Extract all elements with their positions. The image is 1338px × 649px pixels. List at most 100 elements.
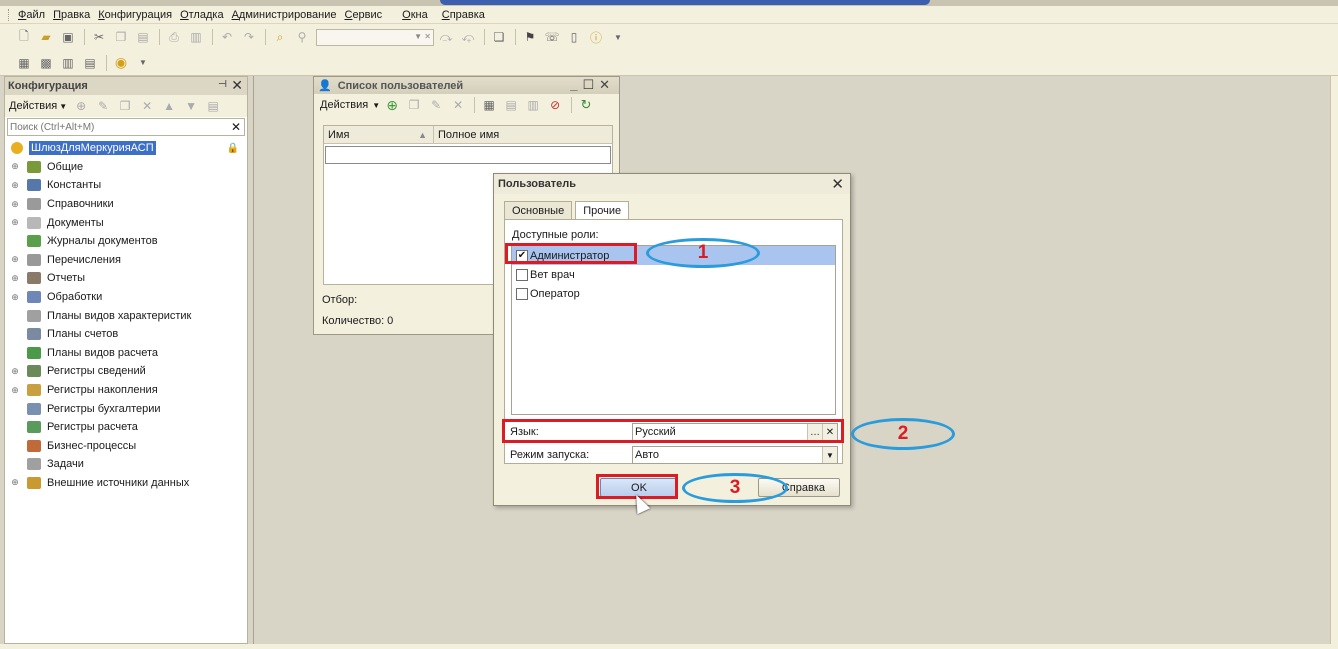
delete-icon[interactable]: ✕ (450, 97, 466, 113)
sort-icon[interactable]: ▤ (205, 98, 221, 114)
open-folder-icon[interactable]: ▰ (38, 29, 54, 45)
tree-item[interactable]: ⊕ Регистры накопления (5, 381, 247, 400)
tree-item[interactable]: ⊕ Обработки (5, 288, 247, 307)
run-more-icon[interactable]: ▼ (135, 55, 151, 71)
role-checkbox[interactable] (516, 287, 528, 300)
expand-icon[interactable]: ⊕ (9, 273, 21, 284)
tree-item[interactable]: ⊕ Общие (5, 158, 247, 177)
tree-item[interactable]: ⊕ Справочники (5, 195, 247, 214)
db-config-icon[interactable]: ▥ (60, 55, 76, 71)
clear-icon[interactable]: ✕ (231, 120, 241, 134)
tree-item[interactable]: ⊕ Внешние источники данных (5, 474, 247, 493)
run-debug-icon[interactable]: ◉ (113, 54, 129, 71)
chevron-down-icon[interactable]: ▼ ✕ (414, 32, 431, 41)
tree-item[interactable]: ⊕ Документы (5, 213, 247, 232)
tree-item[interactable]: Бизнес-процессы (5, 437, 247, 456)
paste-icon[interactable]: ▤ (135, 29, 151, 45)
menu-debug[interactable]: Отладка (180, 9, 224, 21)
chevron-down-icon[interactable]: ▼ (822, 447, 837, 463)
toolbar-more-icon[interactable]: ▼ (610, 29, 626, 45)
edit-icon[interactable]: ✎ (428, 97, 444, 113)
refresh-icon[interactable]: ↻ (578, 97, 594, 113)
delete-icon[interactable]: ✕ (139, 98, 155, 114)
menu-service[interactable]: Сервис (344, 9, 382, 21)
window-list-icon[interactable]: ❏ (491, 29, 507, 45)
config-search-field[interactable]: ✕ (7, 118, 245, 136)
save-icon[interactable]: ▣ (60, 29, 76, 45)
launch-mode-select[interactable]: Авто ▼ (632, 446, 838, 464)
window-controls[interactable]: _☐✕ (570, 77, 615, 93)
menu-help[interactable]: Справка (442, 9, 485, 21)
roles-list[interactable]: ✔ Администратор Вет врач Оператор (511, 245, 836, 415)
table-row[interactable] (325, 146, 611, 164)
undo-icon[interactable]: ↶ (219, 29, 235, 45)
expand-icon[interactable]: ⊕ (9, 385, 21, 396)
expand-icon[interactable]: ⊕ (9, 199, 21, 210)
expand-icon[interactable]: ⊕ (9, 180, 21, 191)
find-icon[interactable]: ⌕ (272, 29, 288, 45)
menu-file[interactable]: Файл (18, 9, 45, 21)
role-item[interactable]: Вет врач (512, 265, 835, 284)
copy-icon[interactable]: ❐ (406, 97, 422, 113)
chevron-down-icon[interactable]: ▼ (59, 102, 67, 111)
users-actions-menu[interactable]: Действия (320, 99, 368, 111)
compare-icon[interactable]: ▤ (82, 55, 98, 71)
menu-configuration[interactable]: Конфигурация (98, 9, 172, 21)
copy-icon[interactable]: ❐ (117, 98, 133, 114)
cut-icon[interactable]: ✂ (91, 29, 107, 45)
column-header-name[interactable]: Имя ▲ (324, 126, 434, 143)
close-icon[interactable]: ✕ (831, 175, 844, 193)
tree-item[interactable]: Планы счетов (5, 325, 247, 344)
move-up-icon[interactable]: ▲ (161, 98, 177, 114)
menu-edit[interactable]: Правка (53, 9, 90, 21)
expand-icon[interactable]: ⊕ (9, 217, 21, 228)
expand-icon[interactable]: ⊕ (9, 366, 21, 377)
tree-item[interactable]: Планы видов расчета (5, 344, 247, 363)
tree-item[interactable]: Регистры расчета (5, 418, 247, 437)
tree-item[interactable]: ⊕ Перечисления (5, 251, 247, 270)
chevron-down-icon[interactable]: ▼ (372, 101, 380, 110)
tree-root[interactable]: ШлюзДляМеркурияАСП 🔒 (5, 139, 247, 158)
config-icon[interactable]: ▦ (16, 55, 32, 71)
tree-item[interactable]: ⊕ Регистры сведений (5, 362, 247, 381)
print-preview-icon[interactable]: ▥ (188, 29, 204, 45)
find-prev-icon[interactable]: ⤽ (460, 29, 476, 45)
filter-icon[interactable]: ▦ (481, 97, 497, 113)
expand-icon[interactable]: ⊕ (9, 477, 21, 488)
menu-windows[interactable]: Окна (402, 9, 428, 21)
tree-item[interactable]: ⊕ Константы (5, 176, 247, 195)
expand-icon[interactable]: ⊕ (9, 292, 21, 303)
menu-administration[interactable]: Администрирование (232, 9, 337, 21)
role-item[interactable]: Оператор (512, 284, 835, 303)
syntax-helper-icon[interactable]: ⚑ (522, 29, 538, 45)
search-combo[interactable]: ▼ ✕ (316, 28, 434, 46)
clear-filter-icon[interactable]: ⊘ (547, 97, 563, 113)
edit-icon[interactable]: ✎ (95, 98, 111, 114)
tree-item[interactable]: Задачи (5, 455, 247, 474)
add-icon[interactable]: ⊕ (73, 98, 89, 114)
actions-menu-button[interactable]: Действия (9, 100, 57, 112)
redo-icon[interactable]: ↷ (241, 29, 257, 45)
expand-icon[interactable]: ⊕ (9, 254, 21, 265)
search-icon[interactable]: ⚲ (294, 29, 310, 45)
tab-main[interactable]: Основные (504, 201, 573, 219)
move-down-icon[interactable]: ▼ (183, 98, 199, 114)
filter-list-icon[interactable]: ▤ (503, 97, 519, 113)
help-book-icon[interactable]: ▯ (566, 29, 582, 45)
tree-item[interactable]: Журналы документов (5, 232, 247, 251)
tree-item[interactable]: Регистры бухгалтерии (5, 399, 247, 418)
find-next-icon[interactable]: ⤼ (438, 29, 454, 45)
role-checkbox[interactable] (516, 268, 528, 281)
print-icon[interactable]: ⎙ (166, 29, 182, 45)
config-search-input[interactable] (8, 121, 228, 133)
config-save-icon[interactable]: ▩ (38, 55, 54, 71)
tab-other[interactable]: Прочие (575, 201, 630, 219)
tree-item[interactable]: Планы видов характеристик (5, 306, 247, 325)
add-user-icon[interactable]: ⊕ (384, 97, 400, 113)
info-icon[interactable]: ⓘ (588, 29, 604, 45)
close-icon[interactable]: ✕ (231, 77, 243, 94)
tree-item[interactable]: ⊕ Отчеты (5, 269, 247, 288)
copy-icon[interactable]: ❐ (113, 29, 129, 45)
help-topics-icon[interactable]: ☏ (544, 29, 560, 45)
pin-icon[interactable]: ⊣ (218, 79, 227, 90)
